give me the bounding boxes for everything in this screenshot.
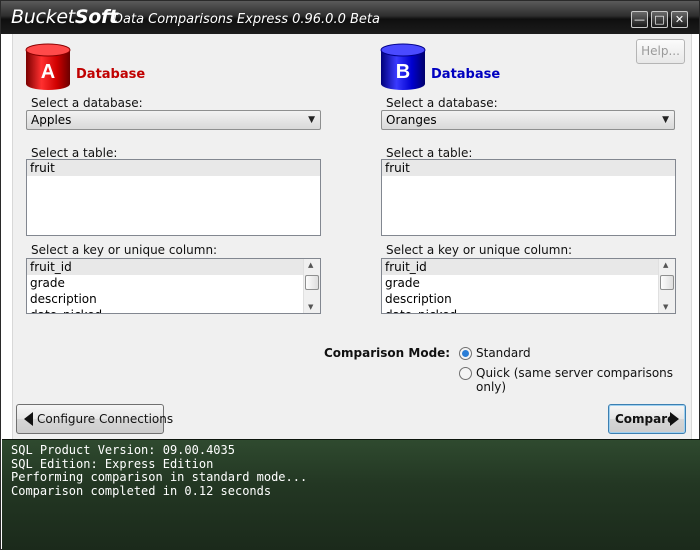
database-b-selected: Oranges [386, 113, 437, 127]
console-line: Comparison completed in 0.12 seconds [11, 483, 272, 498]
key-b-item[interactable]: grade [382, 275, 675, 291]
scroll-down-icon[interactable]: ▼ [663, 303, 668, 311]
table-a-item[interactable]: fruit [27, 160, 320, 176]
database-a-icon: A [25, 43, 71, 90]
key-b-scrollbar[interactable]: ▲ ▼ [658, 259, 675, 313]
key-b-list[interactable]: fruit_id grade description date_picked ▲… [381, 258, 676, 314]
console-line: SQL Product Version: 09.00.4035 [11, 443, 235, 457]
database-a-selected: Apples [31, 113, 72, 127]
scroll-up-icon[interactable]: ▲ [663, 261, 668, 269]
key-b-item[interactable]: description [382, 291, 675, 307]
key-a-item[interactable]: fruit_id [27, 259, 320, 275]
app-window: BucketSoft Data Comparisons Express 0.96… [0, 0, 700, 550]
minimize-button[interactable]: — [631, 11, 648, 28]
select-key-a-label: Select a key or unique column: [31, 243, 218, 257]
select-table-b-label: Select a table: [386, 146, 473, 160]
quick-mode-radio[interactable] [459, 367, 472, 380]
brand-logo: BucketSoft [11, 6, 118, 28]
scroll-down-icon[interactable]: ▼ [308, 303, 313, 311]
scroll-up-icon[interactable]: ▲ [308, 261, 313, 269]
database-b-select[interactable]: Oranges ▼ [381, 110, 675, 130]
database-a-select[interactable]: Apples ▼ [26, 110, 321, 130]
key-b-item[interactable]: fruit_id [382, 259, 675, 275]
key-a-item[interactable]: date_picked [27, 307, 320, 313]
select-database-a-label: Select a database: [31, 96, 143, 110]
table-b-item[interactable]: fruit [382, 160, 675, 176]
select-table-a-label: Select a table: [31, 146, 118, 160]
comparison-mode-label: Comparison Mode: [324, 346, 451, 360]
arrow-right-icon [670, 412, 679, 426]
minimize-icon: — [634, 13, 645, 26]
scroll-thumb[interactable] [660, 275, 674, 290]
key-a-scrollbar[interactable]: ▲ ▼ [303, 259, 320, 313]
configure-connections-button[interactable]: Configure Connections [16, 404, 173, 434]
console-line: SQL Edition: Express Edition [11, 456, 214, 471]
database-a-letter: A [41, 61, 55, 83]
dropdown-arrow-icon: ▼ [662, 115, 669, 125]
help-button[interactable]: Help... [636, 39, 685, 64]
standard-mode-label[interactable]: Standard [476, 346, 531, 360]
database-b-icon: B [380, 43, 426, 90]
dropdown-arrow-icon: ▼ [308, 115, 315, 125]
database-b-letter: B [396, 61, 410, 83]
maximize-button[interactable]: □ [651, 11, 668, 28]
compare-label: Compare [615, 412, 676, 426]
title-bar[interactable]: BucketSoft Data Comparisons Express 0.96… [1, 1, 699, 34]
key-a-item[interactable]: grade [27, 275, 320, 291]
close-button[interactable]: ✕ [671, 11, 688, 28]
quick-mode-label[interactable]: Quick (same server comparisons only) [476, 366, 699, 394]
maximize-icon: □ [654, 13, 665, 26]
console-line: Performing comparison in standard mode..… [11, 470, 308, 484]
select-key-b-label: Select a key or unique column: [386, 243, 573, 257]
key-a-item[interactable]: description [27, 291, 320, 307]
table-a-list[interactable]: fruit [26, 159, 321, 236]
configure-connections-label: Configure Connections [37, 412, 174, 426]
close-icon: ✕ [674, 13, 685, 26]
select-database-b-label: Select a database: [386, 96, 498, 110]
standard-mode-radio[interactable] [459, 347, 472, 360]
key-a-list[interactable]: fruit_id grade description date_picked ▲… [26, 258, 321, 314]
arrow-left-icon [24, 412, 33, 426]
window-title: Data Comparisons Express 0.96.0.0 Beta [113, 12, 380, 27]
key-b-item[interactable]: date_picked [382, 307, 675, 313]
database-b-title: Database [431, 67, 501, 82]
scroll-thumb[interactable] [305, 275, 319, 290]
output-console: SQL Product Version: 09.00.4035 SQL Edit… [2, 439, 700, 550]
compare-button[interactable]: Compare [608, 404, 686, 434]
database-a-title: Database [76, 67, 146, 82]
table-b-list[interactable]: fruit [381, 159, 676, 236]
